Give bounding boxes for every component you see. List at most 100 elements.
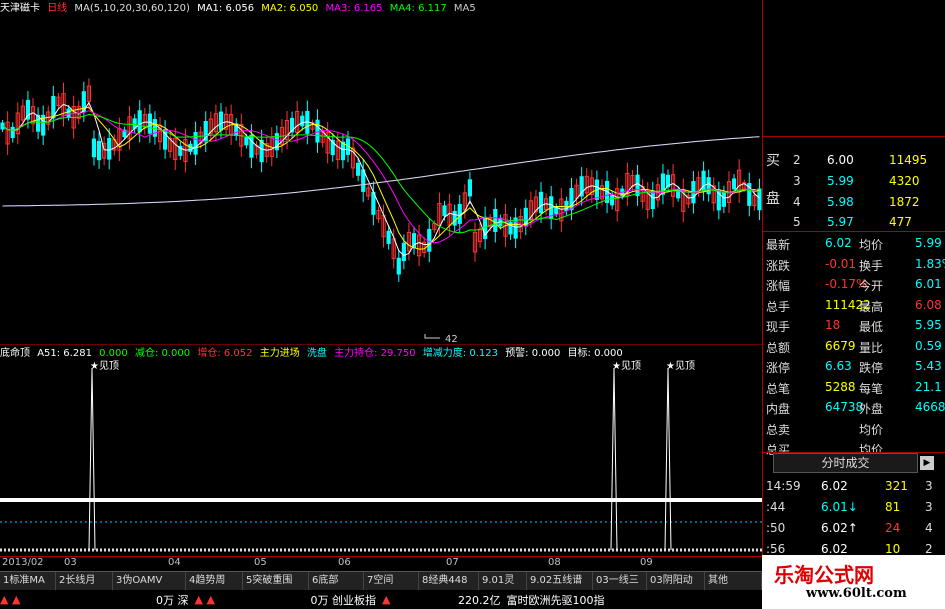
quote-row: 总手 111422 最高 6.08 [763,295,945,316]
candle-body [137,110,142,133]
candle-body [396,257,401,275]
quote-value: 0.59 [915,338,942,353]
quote-label: 内盘 [766,402,791,416]
candle-body [361,169,366,192]
quote-row: 涨停 6.63 跌停 5.43 [763,356,945,377]
tick-title[interactable]: 分时成交 [773,453,918,473]
quote-value: -0.01 [825,256,857,271]
quote-label: 换手 [859,258,884,273]
quote-value: 6.01 [915,277,942,291]
quote-label: 均价 [859,238,884,252]
indicator-tabs: 1标准MA 2长线月 3伪OAMV 4趋势周 5突破重围 6底部 7空间 8经典… [0,571,762,604]
watermark-url: www.60lt.com [806,586,907,601]
candle-body [356,162,361,176]
order-volume: 4320 [889,174,920,188]
signal-label: ★见顶 [666,360,695,372]
tab-8[interactable]: 8经典448 [419,572,479,591]
tick-flag: 4 [925,521,933,535]
tab-2[interactable]: 2长线月 [56,572,113,591]
ma-line [2,113,760,234]
tab-1[interactable]: 1标准MA [0,572,56,591]
candle-body [452,210,457,226]
tab-6[interactable]: 6底部 [309,572,364,591]
tick-row: :44 6.01↓ 81 3 [763,497,945,518]
date-tick: 04 [168,557,181,568]
candle-body [300,115,305,127]
panel-next-button[interactable]: ▶ [920,456,934,470]
ma-line [2,110,760,244]
signal-spike [88,367,96,551]
candle-body [467,179,472,197]
quote-label: 总手 [766,299,791,314]
order-row: 2 6.00 11495 [763,150,945,171]
tab-5[interactable]: 5突破重围 [243,572,309,591]
candle-body [386,230,391,244]
tick-time: :50 [766,521,786,535]
order-level: 4 [793,195,801,209]
signal-label: ★见顶 [90,360,119,372]
quote-value: 21.1 [915,379,942,394]
quote-label: 最高 [859,299,884,314]
tab-3[interactable]: 3伪OAMV [113,572,186,591]
status-index-3: ▲ [382,593,391,606]
tick-volume: 24 [885,521,901,535]
tab-4[interactable]: 4趋势周 [186,572,243,591]
quote-row: 总笔 5288 每笔 21.1 [763,377,945,398]
tab-7[interactable]: 7空间 [364,572,419,591]
tab-13[interactable]: 其他 [705,572,762,591]
watermark-logo: 乐淘公式网 www.60lt.com [762,555,945,609]
quote-label: 均价 [859,422,884,437]
tick-price: 6.02 [821,542,848,556]
tick-time: :56 [766,542,786,556]
order-level: 2 [793,153,801,167]
quote-value: 18 [825,318,841,332]
candle-body [10,126,15,138]
tab-11[interactable]: 03一线三洞 [593,572,647,604]
status-index-2: ▲ ▲ [194,593,215,606]
order-volume: 11495 [889,153,928,167]
quote-label: 涨幅 [766,279,791,293]
candle-body [259,139,264,163]
tab-9[interactable]: 9.01灵敏 [479,572,527,604]
quote-value: 5.43 [915,359,942,373]
signal-spike [610,367,618,551]
quote-label: 最低 [859,320,884,334]
date-tick: 09 [640,557,653,568]
quote-label: 每笔 [859,381,884,396]
signal-spike [664,367,672,551]
order-price: 5.97 [827,215,854,229]
candle-body [188,143,193,152]
status-index-1: ▲ ▲ [0,593,21,606]
tick-row: :50 6.02↑ 24 4 [763,518,945,539]
status-s2: 0万 创业板指 [310,593,377,607]
date-tick: 2013/02 [2,557,44,568]
tick-time: :44 [766,500,786,514]
order-price: 5.99 [827,174,854,188]
candlestick-chart[interactable]: 42 [0,16,762,346]
quote-value: 1.83% [915,256,945,271]
quote-value: 6.63 [825,359,852,373]
quote-row: 总额 6679 量比 0.59 [763,336,945,357]
quote-value: 6.08 [915,297,942,312]
order-level: 5 [793,215,801,229]
candle-body [493,209,498,232]
tab-12[interactable]: 03阴阳动能 [647,572,705,604]
quote-value: 6.02 [825,236,852,250]
tick-flag: 3 [925,500,933,514]
status-s4: 富时欧洲先驱100指 [506,593,605,607]
order-volume: 1872 [889,195,920,209]
quote-label: 涨跌 [766,258,791,273]
tab-10[interactable]: 9.02五线谱 [527,572,593,591]
date-tick: 07 [446,557,459,568]
candle-body [401,242,406,262]
ma-line [2,106,760,250]
quote-label: 总卖 [766,422,791,437]
indicator-chart[interactable]: ★见顶 ★见顶 ★见顶 [0,360,762,556]
order-row: 4 5.98 1872 [763,192,945,213]
quote-value: 5.95 [915,318,942,332]
tick-volume: 321 [885,479,908,493]
watermark-title: 乐淘公式网 [774,563,874,587]
date-tick: 06 [338,557,351,568]
candle-body [244,136,249,146]
order-row: 5 5.97 477 [763,212,945,233]
